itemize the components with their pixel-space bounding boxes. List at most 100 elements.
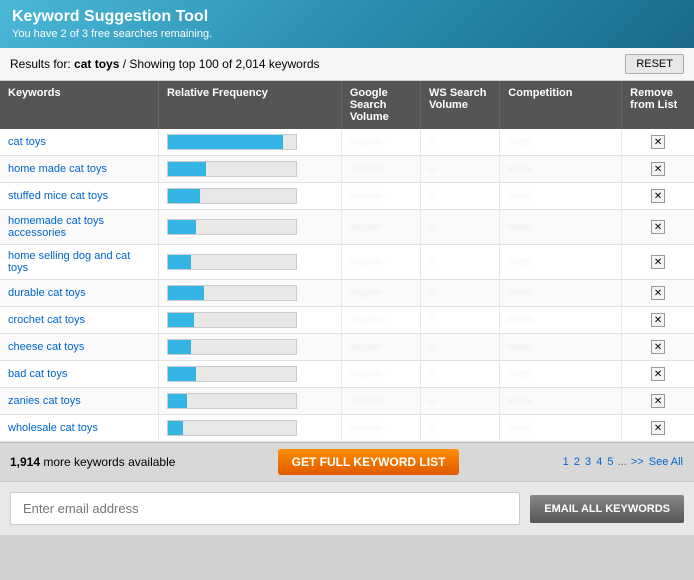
ws-cell: ~	[421, 129, 500, 156]
col-google-search-volume: Google Search Volume	[341, 81, 420, 129]
freq-cell	[158, 280, 341, 307]
email-all-keywords-button[interactable]: EMAIL ALL KEYWORDS	[530, 495, 684, 523]
keyword-link[interactable]: wholesale cat toys	[8, 422, 98, 434]
remove-checkbox[interactable]: ✕	[651, 189, 665, 203]
email-input[interactable]	[10, 492, 520, 525]
keyword-cell: crochet cat toys	[0, 307, 158, 334]
freq-cell	[158, 129, 341, 156]
table-scroll-area[interactable]: Keywords Relative Frequency Google Searc…	[0, 81, 694, 442]
keyword-cell: cat toys	[0, 129, 158, 156]
remove-cell: ✕	[622, 307, 694, 334]
ws-cell: ~	[421, 280, 500, 307]
col-keywords: Keywords	[0, 81, 158, 129]
remove-checkbox[interactable]: ✕	[651, 162, 665, 176]
remove-checkbox[interactable]: ✕	[651, 255, 665, 269]
remove-checkbox[interactable]: ✕	[651, 340, 665, 354]
page-3[interactable]: 3	[585, 456, 591, 468]
remove-checkbox[interactable]: ✕	[651, 367, 665, 381]
keyword-link[interactable]: homemade cat toys accessories	[8, 215, 104, 239]
remove-checkbox[interactable]: ✕	[651, 313, 665, 327]
freq-bar-bg	[167, 420, 297, 436]
keyword-cell: cheese cat toys	[0, 334, 158, 361]
remove-checkbox[interactable]: ✕	[651, 220, 665, 234]
ws-cell: ~	[421, 334, 500, 361]
remove-checkbox[interactable]: ✕	[651, 286, 665, 300]
keyword-link[interactable]: crochet cat toys	[8, 314, 85, 326]
col-competition: Competition	[500, 81, 622, 129]
col-ws-search-volume: WS Search Volume	[421, 81, 500, 129]
comp-cell: ~~~~	[500, 245, 622, 280]
ws-cell: ~	[421, 307, 500, 334]
freq-cell	[158, 334, 341, 361]
table-row: home selling dog and cat toys~~,~~~~~~~~…	[0, 245, 694, 280]
keyword-cell: home selling dog and cat toys	[0, 245, 158, 280]
pagination-ellipsis: ...	[618, 456, 630, 468]
gsv-cell: ~~,~~~	[341, 210, 420, 245]
keyword-cell: home made cat toys	[0, 156, 158, 183]
remove-cell: ✕	[622, 210, 694, 245]
freq-cell	[158, 183, 341, 210]
page-next-next[interactable]: >>	[631, 456, 644, 468]
remove-cell: ✕	[622, 129, 694, 156]
email-bar: EMAIL ALL KEYWORDS	[0, 481, 694, 535]
gsv-cell: ~~,~~~	[341, 129, 420, 156]
freq-cell	[158, 307, 341, 334]
get-full-list-button[interactable]: GET FULL KEYWORD LIST	[278, 449, 460, 475]
freq-bar-bg	[167, 312, 297, 328]
page-4[interactable]: 4	[596, 456, 602, 468]
keyword-link[interactable]: home selling dog and cat toys	[8, 250, 130, 274]
freq-bar-fill	[168, 135, 283, 149]
page-see-all[interactable]: See All	[649, 456, 683, 468]
col-relative-frequency: Relative Frequency	[158, 81, 341, 129]
freq-bar-fill	[168, 220, 196, 234]
page-2[interactable]: 2	[574, 456, 580, 468]
page-1[interactable]: 1	[563, 456, 569, 468]
table-row: zanies cat toys~~,~~~~~~~~✕	[0, 388, 694, 415]
freq-bar-fill	[168, 286, 204, 300]
remove-checkbox[interactable]: ✕	[651, 135, 665, 149]
comp-cell: ~~~~	[500, 156, 622, 183]
comp-cell: ~~~~	[500, 210, 622, 245]
reset-button[interactable]: RESET	[625, 54, 684, 74]
search-keyword: cat toys	[74, 57, 119, 71]
freq-cell	[158, 361, 341, 388]
keyword-cell: zanies cat toys	[0, 388, 158, 415]
keyword-link[interactable]: cheese cat toys	[8, 341, 84, 353]
keyword-cell: stuffed mice cat toys	[0, 183, 158, 210]
table-row: cheese cat toys~~,~~~~~~~~✕	[0, 334, 694, 361]
remove-cell: ✕	[622, 361, 694, 388]
table-row: home made cat toys~~,~~~~~~~~✕	[0, 156, 694, 183]
pagination: 1 2 3 4 5 ... >> See All	[562, 456, 684, 468]
ws-cell: ~	[421, 245, 500, 280]
freq-bar-fill	[168, 313, 194, 327]
ws-cell: ~	[421, 361, 500, 388]
keyword-cell: bad cat toys	[0, 361, 158, 388]
freq-cell	[158, 388, 341, 415]
comp-cell: ~~~~	[500, 183, 622, 210]
keyword-link[interactable]: durable cat toys	[8, 287, 86, 299]
results-bar: Results for: cat toys / Showing top 100 …	[0, 48, 694, 81]
keyword-link[interactable]: bad cat toys	[8, 368, 67, 380]
page-5[interactable]: 5	[607, 456, 613, 468]
freq-bar-bg	[167, 339, 297, 355]
gsv-cell: ~~,~~~	[341, 183, 420, 210]
freq-bar-bg	[167, 219, 297, 235]
keyword-cell: homemade cat toys accessories	[0, 210, 158, 245]
gsv-cell: ~~,~~~	[341, 280, 420, 307]
more-count: 1,914	[10, 455, 40, 469]
keyword-link[interactable]: cat toys	[8, 136, 46, 148]
freq-cell	[158, 245, 341, 280]
table-row: homemade cat toys accessories~~,~~~~~~~~…	[0, 210, 694, 245]
remove-checkbox[interactable]: ✕	[651, 421, 665, 435]
freq-bar-fill	[168, 367, 196, 381]
remove-checkbox[interactable]: ✕	[651, 394, 665, 408]
keyword-link[interactable]: stuffed mice cat toys	[8, 190, 108, 202]
gsv-cell: ~~,~~~	[341, 307, 420, 334]
ws-cell: ~	[421, 415, 500, 442]
results-label: Results for:	[10, 57, 71, 71]
keyword-link[interactable]: home made cat toys	[8, 163, 107, 175]
col-remove-from-list: Remove from List	[622, 81, 694, 129]
keyword-cell: wholesale cat toys	[0, 415, 158, 442]
keyword-link[interactable]: zanies cat toys	[8, 395, 81, 407]
freq-bar-bg	[167, 285, 297, 301]
